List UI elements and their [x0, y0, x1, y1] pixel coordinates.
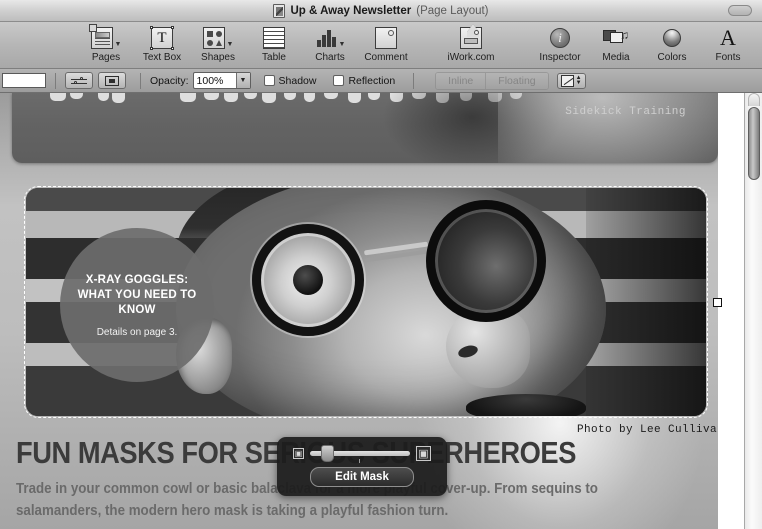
mask-zoom-slider-row[interactable]: ▣ ▣	[293, 445, 431, 463]
reflection-label: Reflection	[348, 74, 396, 87]
small-image-icon[interactable]: ▣	[293, 448, 304, 459]
fonts-icon: A	[720, 25, 736, 50]
shapes-icon: ▼	[202, 25, 233, 51]
pages-icon: ▼	[88, 24, 121, 51]
inspector-icon: i	[550, 25, 570, 51]
edit-mask-button[interactable]: Edit Mask	[310, 467, 414, 487]
shadow-checkbox[interactable]: Shadow	[263, 74, 321, 87]
photo-credit: Photo by Lee Cullivan	[576, 424, 724, 436]
subject-eye	[293, 265, 323, 295]
toolbar-label-iwork-com: iWork.com	[447, 52, 495, 63]
window-title: Up & Away Newsletter (Page Layout)	[273, 3, 489, 18]
top-photo-caption: Sidekick Training	[565, 106, 686, 118]
main-toolbar: ▼ Pages T Text Box ▼ Shapes Table ▼ Char…	[0, 22, 762, 69]
iwork-upload-icon	[460, 24, 482, 51]
toolbar-button-shapes[interactable]: ▼ Shapes	[190, 25, 246, 63]
toolbar-button-fonts[interactable]: A Fonts	[700, 25, 756, 64]
shadow-label: Shadow	[278, 74, 317, 87]
opacity-label: Opacity:	[150, 74, 189, 87]
toolbar-button-table[interactable]: Table	[246, 25, 302, 63]
reflection-checkbox-box[interactable]	[333, 75, 345, 86]
toolbar-label-media: Media	[602, 52, 630, 63]
vertical-scrollbar[interactable]	[744, 93, 762, 529]
toolbar-button-pages[interactable]: ▼ Pages	[78, 24, 134, 63]
document-icon	[273, 3, 286, 18]
fill-color-well[interactable]	[2, 73, 46, 88]
mask-icon[interactable]	[98, 72, 126, 89]
document-canvas[interactable]: Sidekick Training X-RAY GOGGLES: WHAT YO…	[0, 93, 762, 529]
scrollbar-track-cap	[748, 93, 760, 106]
table-icon	[263, 25, 285, 51]
media-icon: ♫	[603, 25, 629, 51]
toolbar-label-text-box: Text Box	[142, 52, 182, 63]
toolbar-button-iwork-com[interactable]: iWork.com	[432, 24, 510, 63]
subject-mouth	[466, 394, 586, 416]
charts-icon: ▼	[315, 25, 345, 51]
window-resize-pill[interactable]	[728, 5, 752, 16]
iwork-pages-window: Up & Away Newsletter (Page Layout) ▼ Pag…	[0, 0, 762, 529]
format-bar-divider-3	[413, 72, 415, 89]
masked-image-object[interactable]: X-RAY GOGGLES: WHAT YOU NEED TO KNOW Det…	[24, 186, 708, 418]
adjust-image-icon[interactable]	[65, 72, 93, 89]
document-mode: (Page Layout)	[416, 4, 489, 17]
colors-icon	[663, 25, 681, 51]
mask-zoom-slider-tick	[359, 459, 360, 463]
text-wrap-icon[interactable]: ▲ ▼	[556, 72, 586, 89]
text-wrap-stepper[interactable]: ▲ ▼	[576, 75, 582, 86]
large-image-icon[interactable]: ▣	[416, 446, 431, 461]
toolbar-button-colors[interactable]: Colors	[644, 25, 700, 63]
toolbar-label-fonts: Fonts	[715, 52, 741, 63]
format-bar: Opacity: ▼ Shadow Reflection Inline Floa…	[0, 69, 762, 93]
callout-badge-title: X-RAY GOGGLES: WHAT YOU NEED TO KNOW	[77, 273, 197, 316]
format-bar-divider-2	[140, 72, 141, 89]
toolbar-button-text-box[interactable]: T Text Box	[134, 25, 190, 63]
toolbar-group-panels: i Inspector ♫ Media Colors A Fonts	[532, 25, 756, 64]
mask-zoom-slider-thumb[interactable]	[321, 445, 334, 462]
opacity-dropdown-icon[interactable]: ▼	[235, 73, 250, 88]
opacity-combo[interactable]: ▼	[192, 72, 251, 89]
top-photo-block[interactable]: Sidekick Training	[12, 93, 718, 163]
document-title: Up & Away Newsletter	[290, 4, 412, 17]
callout-badge-subtitle: Details on page 3.	[96, 326, 178, 338]
text-box-icon: T	[150, 25, 174, 51]
toolbar-label-inspector: Inspector	[539, 52, 581, 63]
toolbar-button-media[interactable]: ♫ Media	[588, 25, 644, 63]
toolbar-label-shapes: Shapes	[201, 52, 235, 63]
top-photo-highlight	[498, 93, 718, 163]
comment-icon	[375, 25, 397, 51]
reflection-checkbox[interactable]: Reflection	[333, 75, 399, 87]
subject-face	[176, 188, 606, 416]
vertical-scrollbar-thumb[interactable]	[748, 107, 760, 180]
opacity-input[interactable]	[193, 73, 236, 88]
toolbar-label-charts: Charts	[315, 52, 345, 63]
shadow-checkbox-box[interactable]	[263, 75, 275, 86]
title-bar: Up & Away Newsletter (Page Layout)	[0, 0, 762, 22]
wrap-mode-segmented-control[interactable]: Inline Floating	[435, 71, 549, 90]
goggle-lens-left	[252, 224, 364, 336]
toolbar-button-inspector[interactable]: i Inspector	[532, 25, 588, 63]
selection-handle-right-middle[interactable]	[713, 298, 722, 307]
toolbar-label-colors: Colors	[657, 52, 687, 63]
wrap-mode-inline[interactable]: Inline	[436, 72, 486, 89]
callout-badge[interactable]: X-RAY GOGGLES: WHAT YOU NEED TO KNOW Det…	[60, 228, 214, 382]
toolbar-button-comment[interactable]: Comment	[358, 25, 414, 63]
mask-zoom-slider[interactable]	[310, 445, 410, 463]
toolbar-button-charts[interactable]: ▼ Charts	[302, 25, 358, 63]
format-bar-divider	[55, 72, 56, 89]
toolbar-group-insert: ▼ Pages T Text Box ▼ Shapes Table ▼ Char…	[78, 24, 414, 63]
toolbar-group-share: iWork.com	[432, 24, 510, 63]
edit-mask-hud[interactable]: ▣ ▣ Edit Mask	[277, 437, 447, 496]
toolbar-label-table: Table	[262, 52, 286, 63]
toolbar-label-comment: Comment	[364, 52, 408, 63]
toolbar-label-pages: Pages	[91, 52, 121, 63]
canvas-right-gutter	[718, 93, 744, 529]
wrap-mode-floating[interactable]: Floating	[485, 72, 548, 89]
goggle-lens-right	[426, 200, 546, 322]
